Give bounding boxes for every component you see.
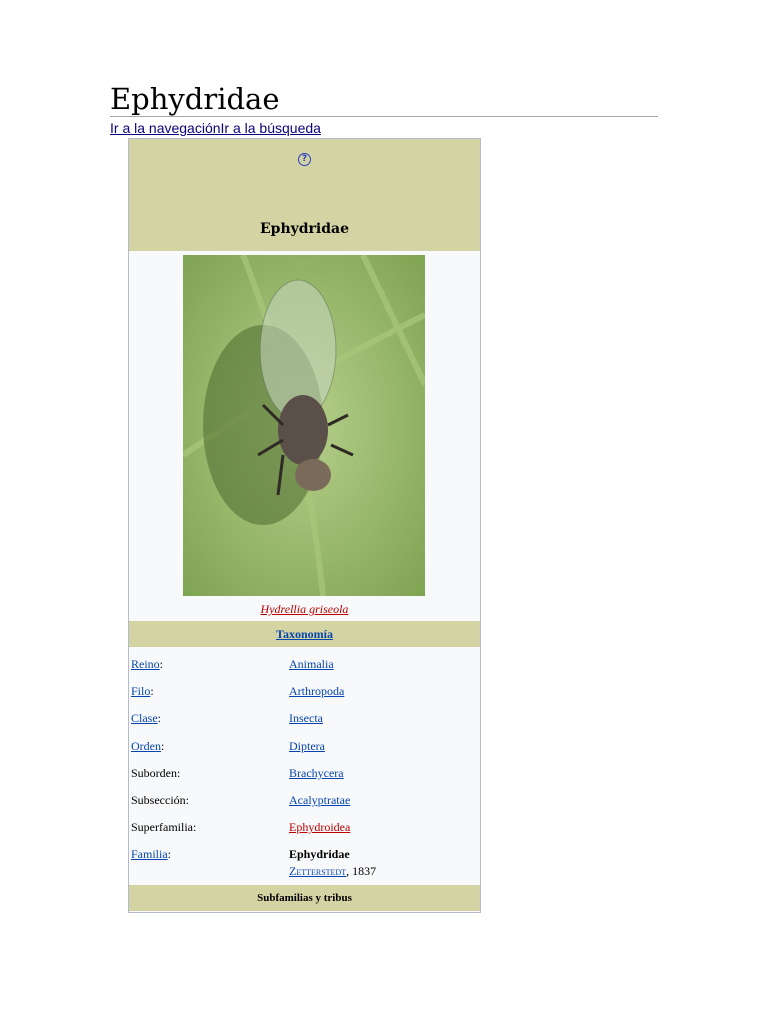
rank-value[interactable]: Animalia [289, 657, 334, 672]
rank-value: Ephydridae [289, 847, 350, 862]
rank-label[interactable]: Filo [131, 684, 150, 698]
author-year: , 1837 [346, 864, 377, 878]
title-divider [110, 116, 658, 117]
rank-label: Subsección [131, 793, 186, 807]
rank-value[interactable]: Acalyptratae [289, 793, 350, 808]
taxonomy-label: Suborden: [131, 765, 181, 780]
rank-label[interactable]: Reino [131, 657, 160, 671]
help-icon[interactable]: ? [298, 153, 311, 166]
page-title: Ephydridae [110, 82, 280, 116]
image-caption[interactable]: Hydrellia griseola [129, 602, 480, 617]
infobox-title: Ephydridae [259, 221, 350, 237]
infobox-header: ? Ephydridae [129, 139, 480, 251]
taxonomy-label: Superfamilia: [131, 820, 197, 835]
infobox: ? Ephydridae Hydrellia griseola Taxonomí… [128, 138, 481, 913]
skip-links[interactable]: Ir a la navegaciónIr a la búsqueda [110, 120, 321, 136]
rank-value[interactable]: Ephydroidea [289, 820, 350, 835]
taxonomy-label: Subsección: [131, 793, 189, 807]
author-link[interactable]: Zetterstedt [289, 864, 346, 878]
rank-label[interactable]: Clase [131, 711, 158, 725]
rank-label[interactable]: Orden [131, 739, 161, 753]
rank-value[interactable]: Insecta [289, 711, 323, 726]
rank-label[interactable]: Familia [131, 847, 168, 861]
taxonomy-header: Taxonomía [129, 621, 480, 647]
taxonomy-link[interactable]: Taxonomía [276, 627, 333, 641]
taxonomy-label: Clase: [131, 711, 162, 726]
rank-value[interactable]: Arthropoda [289, 684, 344, 699]
taxonomy-label: Familia: [131, 847, 172, 862]
fly-photo[interactable] [183, 255, 425, 596]
rank-value[interactable]: Brachycera [289, 766, 344, 781]
rank-value[interactable]: Diptera [289, 739, 325, 754]
taxonomy-label: Orden: [131, 738, 165, 753]
rank-label: Suborden [131, 765, 177, 780]
taxonomy-label: Reino: [131, 657, 164, 671]
taxonomy-label: Filo: [131, 684, 154, 699]
subfamilies-header: Subfamilias y tribus [129, 885, 480, 911]
rank-label: Superfamilia [131, 820, 193, 835]
